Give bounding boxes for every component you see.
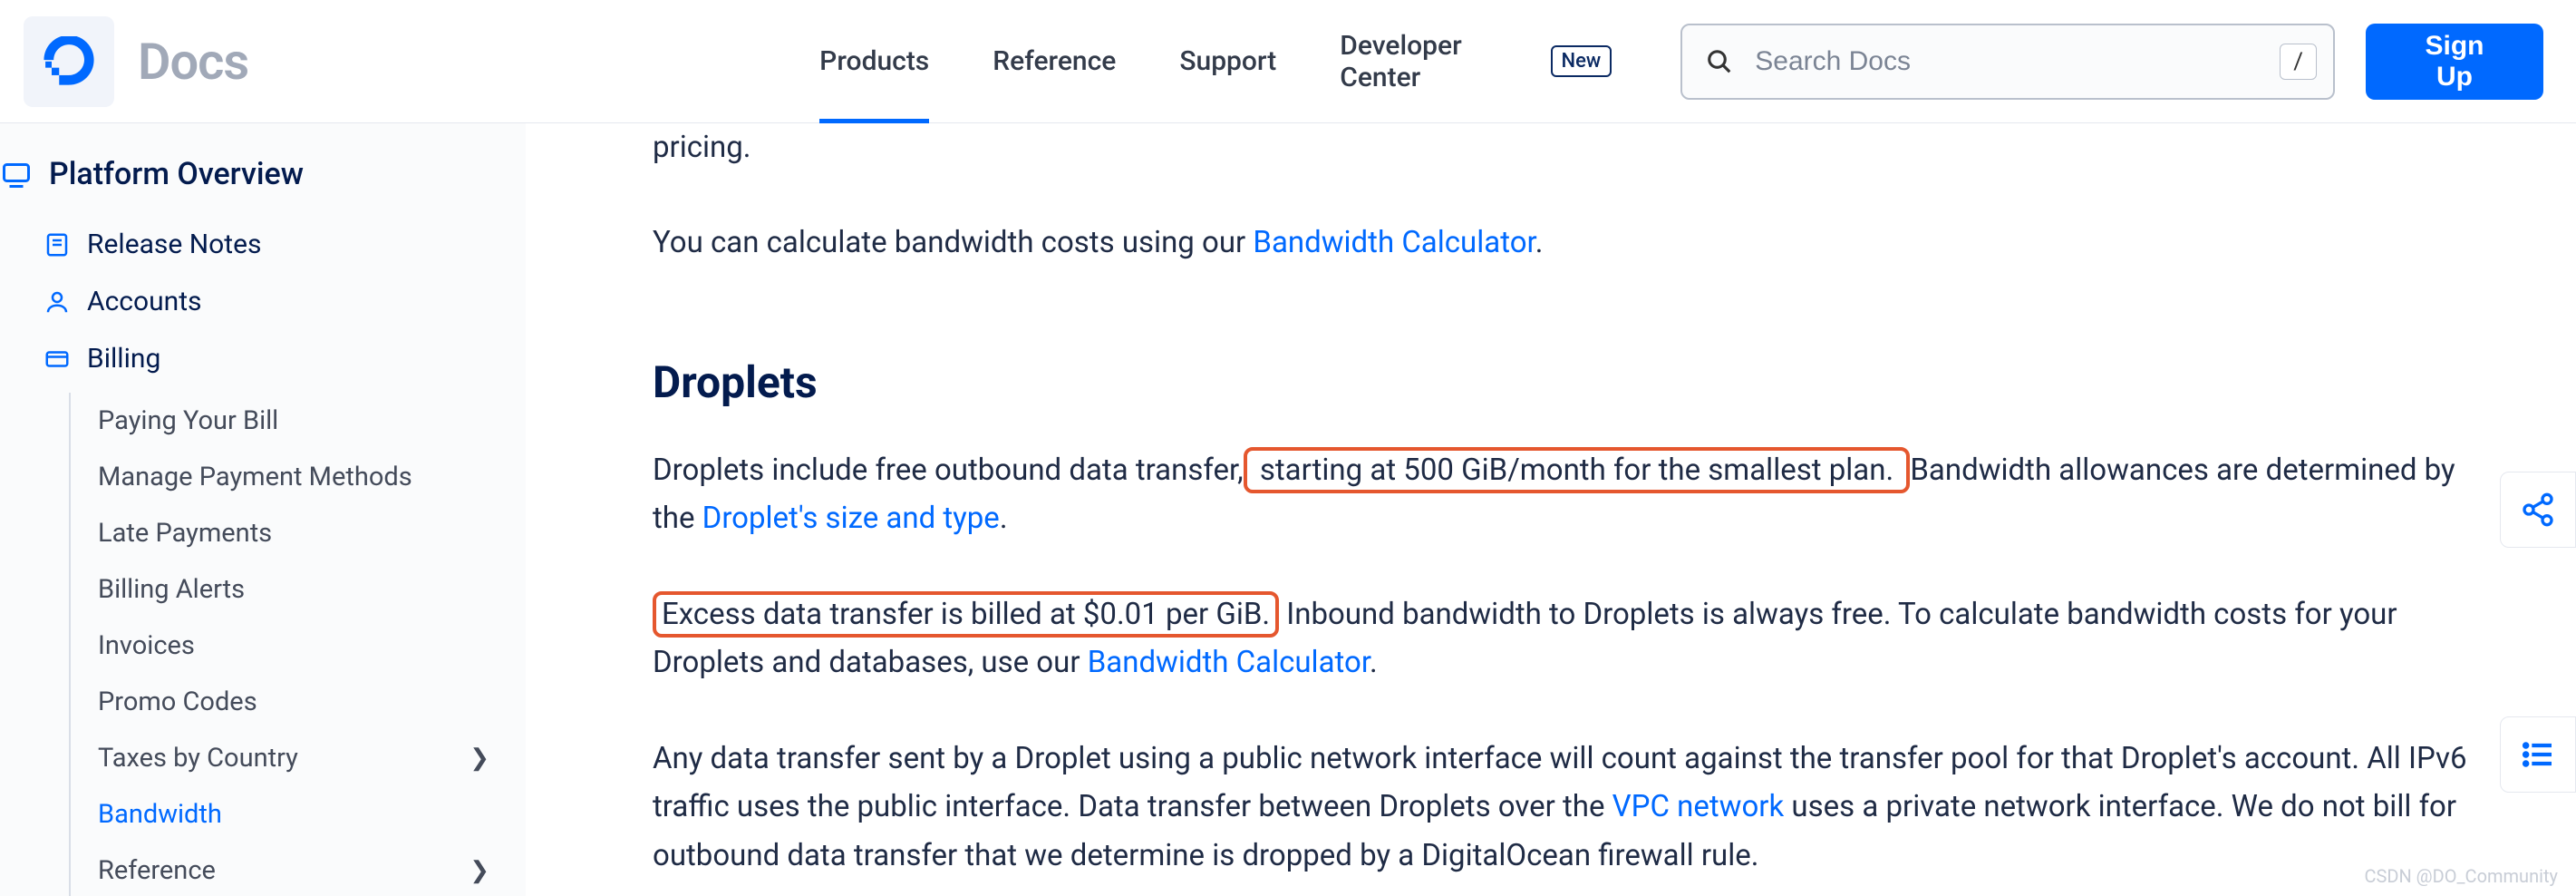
sidebar-sub-bandwidth[interactable]: Bandwidth [98, 786, 526, 842]
sidebar-item-label: Accounts [87, 286, 202, 317]
sidebar-top-label: Platform Overview [49, 156, 304, 192]
vpc-network-link[interactable]: VPC network [1612, 789, 1785, 824]
sidebar-sub-label: Late Payments [98, 518, 272, 549]
sidebar-sub-promo-codes[interactable]: Promo Codes [98, 674, 526, 730]
sidebar-section: Release Notes Accounts Billing Paying Yo… [0, 216, 526, 896]
period: . [1000, 501, 1008, 536]
droplet-size-type-link[interactable]: Droplet's size and type [702, 501, 1000, 536]
sidebar-sub-manage-payment[interactable]: Manage Payment Methods [98, 449, 526, 505]
sidebar-top[interactable]: Platform Overview [0, 156, 526, 216]
list-icon [2520, 736, 2556, 773]
new-badge: New [1551, 45, 1612, 77]
release-notes-icon [44, 231, 71, 258]
chevron-right-icon: ❯ [470, 745, 489, 772]
share-icon [2520, 492, 2556, 528]
platform-icon [0, 158, 33, 190]
sidebar-sub-label: Reference [98, 855, 216, 886]
nav-products[interactable]: Products [819, 2, 929, 121]
sidebar-item-billing[interactable]: Billing [44, 330, 526, 387]
sidebar-sub-paying[interactable]: Paying Your Bill [98, 393, 526, 449]
highlight-box-2: Excess data transfer is billed at $0.01 … [653, 591, 1279, 638]
watermark: CSDN @DO_Community [2364, 865, 2558, 887]
sidebar-sub-billing-alerts[interactable]: Billing Alerts [98, 561, 526, 618]
calc-paragraph: You can calculate bandwidth costs using … [653, 219, 2467, 267]
nav-developer-center[interactable]: Developer Center New [1340, 30, 1612, 93]
nav-reference[interactable]: Reference [993, 2, 1116, 121]
share-button[interactable] [2500, 472, 2576, 548]
sidebar-sub-label: Paying Your Bill [98, 405, 278, 436]
droplets-p2: Excess data transfer is billed at $0.01 … [653, 590, 2467, 687]
calc-intro: You can calculate bandwidth costs using … [653, 225, 1253, 260]
sidebar-sub-label: Manage Payment Methods [98, 462, 412, 492]
sidebar-sub-label: Promo Codes [98, 687, 257, 717]
body-wrap: Platform Overview Release Notes Accounts… [0, 123, 2576, 896]
signup-button[interactable]: Sign Up [2366, 24, 2543, 100]
heading-droplets: Droplets [653, 356, 2467, 408]
droplets-p3: Any data transfer sent by a Droplet usin… [653, 735, 2467, 880]
nav-developer-center-label: Developer Center [1340, 30, 1539, 93]
period: . [1535, 225, 1544, 260]
bandwidth-calculator-link[interactable]: Bandwidth Calculator [1253, 225, 1535, 260]
logo-wrap: Docs [24, 16, 248, 107]
sidebar: Platform Overview Release Notes Accounts… [0, 123, 526, 896]
search-icon [1706, 48, 1733, 75]
droplets-p1: Droplets include free outbound data tran… [653, 446, 2467, 543]
sidebar-item-release-notes[interactable]: Release Notes [44, 216, 526, 273]
sidebar-sub-label: Taxes by Country [98, 743, 298, 774]
sidebar-sub-label: Invoices [98, 630, 195, 661]
sidebar-sub-invoices[interactable]: Invoices [98, 618, 526, 674]
header: Docs Products Reference Support Develope… [0, 0, 2576, 123]
billing-icon [44, 346, 71, 373]
accounts-icon [44, 288, 71, 316]
nav-support[interactable]: Support [1179, 2, 1276, 121]
bandwidth-calculator-link-2[interactable]: Bandwidth Calculator [1088, 645, 1370, 680]
sidebar-sub-label: Billing Alerts [98, 574, 245, 605]
sidebar-billing-children: Paying Your Bill Manage Payment Methods … [69, 393, 526, 896]
toc-button[interactable] [2500, 716, 2576, 793]
search-kbd: / [2280, 44, 2317, 80]
highlight-box-1: starting at 500 GiB/month for the smalle… [1244, 447, 1911, 493]
sidebar-item-label: Release Notes [87, 229, 261, 260]
digitalocean-logo-icon [44, 36, 94, 87]
main-content: pricing. You can calculate bandwidth cos… [526, 123, 2576, 896]
top-nav: Products Reference Support Developer Cen… [819, 2, 1612, 121]
sidebar-sub-reference[interactable]: Reference ❯ [98, 842, 526, 896]
sidebar-item-accounts[interactable]: Accounts [44, 273, 526, 330]
droplets-p1-a: Droplets include free outbound data tran… [653, 453, 1244, 488]
search-wrap[interactable]: / [1680, 24, 2335, 100]
content: pricing. You can calculate bandwidth cos… [653, 123, 2467, 880]
logo-box[interactable] [24, 16, 114, 107]
sidebar-sub-late-payments[interactable]: Late Payments [98, 505, 526, 561]
chevron-right-icon: ❯ [470, 857, 489, 884]
sidebar-item-label: Billing [87, 343, 160, 375]
sidebar-sub-label: Bandwidth [98, 799, 222, 830]
sidebar-sub-taxes[interactable]: Taxes by Country ❯ [98, 730, 526, 786]
docs-title[interactable]: Docs [138, 32, 248, 92]
search-input[interactable] [1755, 46, 2280, 77]
pricing-tail: pricing. [653, 123, 2467, 171]
period: . [1370, 645, 1378, 680]
